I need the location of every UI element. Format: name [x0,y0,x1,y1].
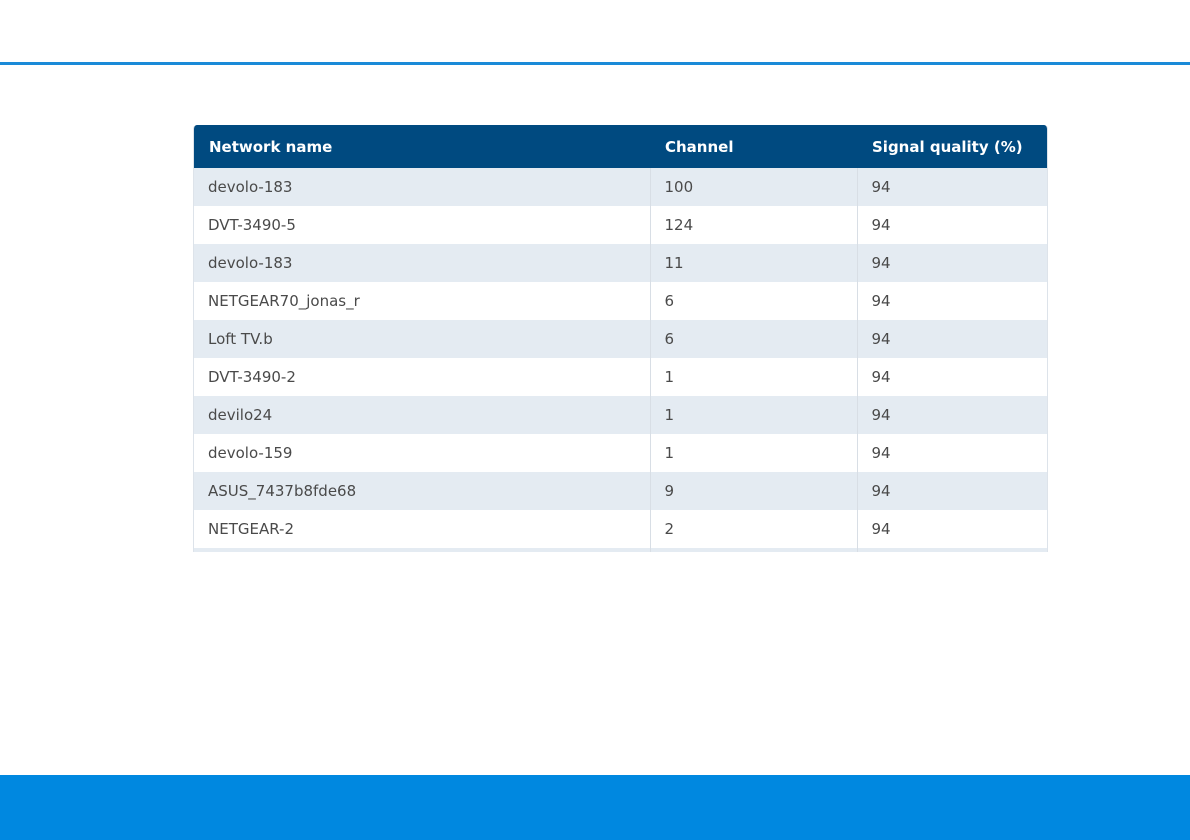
signal-quality-cell: 94 [856,244,1047,282]
signal-quality-cell: 94 [856,396,1047,434]
footer-bar [0,775,1190,840]
table-row[interactable] [194,548,1047,552]
network-name-cell: devolo-183 [194,168,650,206]
signal-quality-cell: 94 [856,472,1047,510]
column-header-network-name[interactable]: Network name [194,125,650,168]
network-name-cell: NETGEAR70_jonas_r [194,282,650,320]
table-row[interactable]: NETGEAR-2 2 94 [194,510,1047,548]
channel-cell: 1 [649,434,857,472]
table-header-row: Network name Channel Signal quality (%) [194,125,1047,168]
channel-cell [649,548,857,552]
channel-cell: 100 [649,168,857,206]
table-row[interactable]: DVT-3490-2 1 94 [194,358,1047,396]
table-row[interactable]: DVT-3490-5 124 94 [194,206,1047,244]
network-name-cell: devolo-183 [194,244,650,282]
table-row[interactable]: Loft TV.b 6 94 [194,320,1047,358]
network-name-cell: NETGEAR-2 [194,510,650,548]
signal-quality-cell: 94 [856,358,1047,396]
column-header-signal-quality[interactable]: Signal quality (%) [857,125,1047,168]
channel-cell: 124 [649,206,857,244]
network-name-cell [194,548,650,552]
wifi-networks-table: Network name Channel Signal quality (%) … [194,125,1047,552]
wifi-networks-table-container[interactable]: Network name Channel Signal quality (%) … [193,125,1048,552]
table-row[interactable]: NETGEAR70_jonas_r 6 94 [194,282,1047,320]
table-row[interactable]: devolo-183 11 94 [194,244,1047,282]
table-row[interactable]: ASUS_7437b8fde68 9 94 [194,472,1047,510]
channel-cell: 1 [649,396,857,434]
channel-cell: 2 [649,510,857,548]
signal-quality-cell: 94 [856,320,1047,358]
channel-cell: 9 [649,472,857,510]
network-name-cell: Loft TV.b [194,320,650,358]
channel-cell: 1 [649,358,857,396]
signal-quality-cell: 94 [856,510,1047,548]
channel-cell: 6 [649,320,857,358]
channel-cell: 6 [649,282,857,320]
channel-cell: 11 [649,244,857,282]
page: Network name Channel Signal quality (%) … [0,0,1190,840]
signal-quality-cell: 94 [856,282,1047,320]
network-name-cell: devilo24 [194,396,650,434]
network-name-cell: devolo-159 [194,434,650,472]
signal-quality-cell: 94 [856,206,1047,244]
network-name-cell: DVT-3490-5 [194,206,650,244]
signal-quality-cell: 94 [856,434,1047,472]
table-row[interactable]: devolo-183 100 94 [194,168,1047,206]
table-row[interactable]: devilo24 1 94 [194,396,1047,434]
network-name-cell: DVT-3490-2 [194,358,650,396]
top-divider [0,62,1190,65]
column-header-channel[interactable]: Channel [650,125,857,168]
table-row[interactable]: devolo-159 1 94 [194,434,1047,472]
signal-quality-cell: 94 [856,168,1047,206]
network-name-cell: ASUS_7437b8fde68 [194,472,650,510]
signal-quality-cell [856,548,1047,552]
